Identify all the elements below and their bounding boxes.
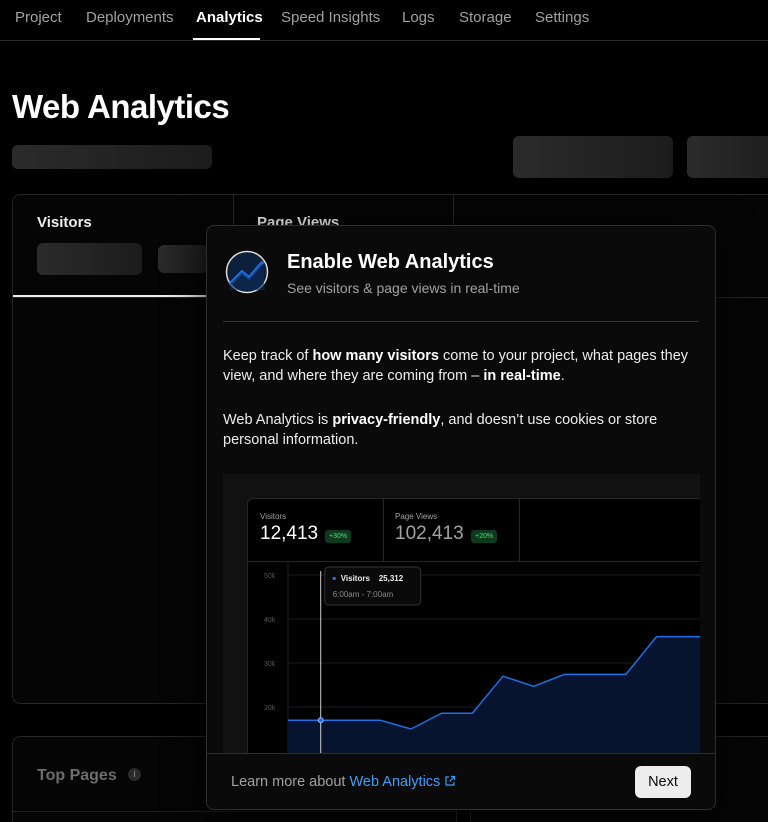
top-pages-title: Top Pages — [37, 767, 117, 784]
modal-footer: Learn more about Web Analytics Next — [207, 753, 715, 809]
tab-analytics[interactable]: Analytics — [196, 9, 263, 26]
stat-divider — [383, 499, 384, 561]
next-button[interactable]: Next — [635, 766, 691, 798]
tooltip-swatch — [332, 577, 336, 580]
preview-visitors-label: Visitors — [260, 512, 287, 521]
active-tab-indicator — [193, 38, 260, 40]
modal-subtitle: See visitors & page views in real-time — [287, 280, 520, 296]
tab-logs[interactable]: Logs — [402, 9, 435, 26]
preview-pageviews-label: Page Views — [395, 512, 438, 521]
preview-pageviews-badge: +20% — [471, 530, 498, 543]
learn-more-text: Learn more about Web Analytics — [231, 774, 456, 790]
tab-deployments[interactable]: Deployments — [86, 9, 174, 26]
subtitle-skeleton — [12, 145, 212, 169]
tab-project[interactable]: Project — [15, 9, 62, 26]
series-area — [288, 636, 700, 754]
tooltip-value: 25,312 — [379, 574, 404, 583]
tooltip-box — [324, 566, 422, 606]
analytics-logo-icon — [225, 250, 269, 294]
hover-marker — [317, 717, 324, 724]
external-link-icon[interactable] — [444, 775, 456, 787]
top-nav: Project Deployments Analytics Speed Insi… — [0, 0, 768, 41]
visitors-stat-label[interactable]: Visitors — [37, 214, 92, 231]
modal-title: Enable Web Analytics — [287, 251, 494, 273]
preview-visitors-badge: +30% — [325, 530, 352, 543]
enable-analytics-modal: Enable Web Analytics See visitors & page… — [206, 225, 716, 810]
active-stat-indicator — [13, 295, 233, 297]
page-title: Web Analytics — [12, 88, 230, 125]
preview-pageviews-value: 102,413 — [395, 523, 464, 544]
visitors-value-skeleton — [37, 243, 142, 275]
tooltip-series-label: Visitors — [341, 574, 371, 583]
modal-privacy-note: Web Analytics is privacy-friendly, and d… — [223, 412, 658, 448]
tab-storage[interactable]: Storage — [459, 9, 512, 26]
y-tick-label: 20k — [264, 705, 276, 712]
web-analytics-link[interactable]: Web Analytics — [350, 774, 441, 790]
preview-visitors-value: 12,413 — [260, 523, 319, 544]
preview-card: Visitors 12,413 +30% Page Views 102,413 … — [247, 498, 700, 754]
y-tick-label: 50k — [264, 573, 276, 580]
tab-settings[interactable]: Settings — [535, 9, 589, 26]
y-tick-label: 30k — [264, 661, 276, 668]
y-tick-label: 40k — [264, 617, 276, 624]
modal-divider — [223, 321, 699, 322]
tab-speed-insights[interactable]: Speed Insights — [281, 9, 380, 26]
info-icon[interactable]: i — [128, 768, 141, 781]
filter-skeleton — [513, 136, 673, 178]
analytics-preview: Visitors 12,413 +30% Page Views 102,413 … — [223, 474, 700, 754]
divider — [13, 811, 458, 812]
tooltip-time: 6:00am - 7:00am — [333, 590, 394, 599]
stat-divider — [519, 499, 520, 561]
visitors-chart: 50k 40k 30k 20k Visitors 25,312 6:00am - 7:00a… — [264, 561, 700, 754]
visitors-badge-skeleton — [158, 245, 208, 273]
date-range-skeleton — [687, 136, 768, 178]
modal-description: Keep track of how many visitors come to … — [223, 348, 689, 384]
